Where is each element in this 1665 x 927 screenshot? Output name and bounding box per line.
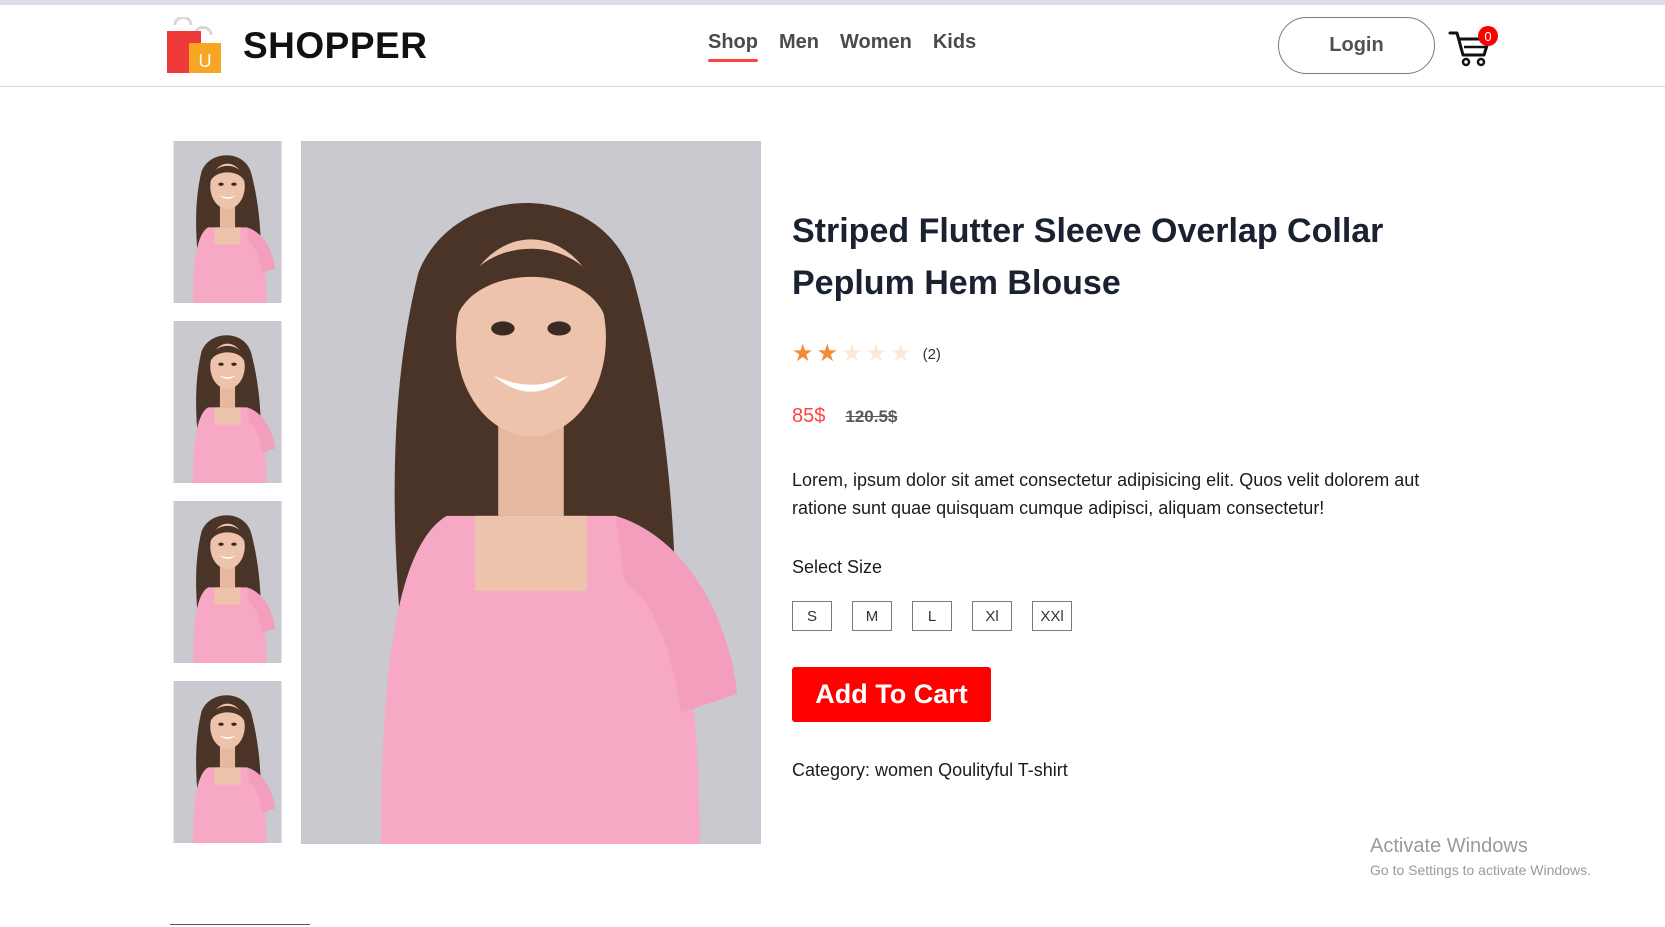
brand-name: SHOPPER — [243, 25, 428, 66]
nav-item-kids[interactable]: Kids — [933, 31, 976, 54]
nav-menu: Shop Men Women Kids — [708, 31, 976, 62]
watermark-title: Activate Windows — [1370, 835, 1528, 857]
shopping-bag-icon: U — [167, 17, 221, 73]
product-description: Lorem, ipsum dolor sit amet consectetur … — [792, 470, 1420, 518]
windows-activation-watermark: Activate Windows Go to Settings to activ… — [1370, 835, 1591, 878]
star-empty-icon: ★ — [890, 340, 912, 367]
login-button[interactable]: Login — [1278, 17, 1435, 74]
nav-item-shop[interactable]: Shop — [708, 31, 758, 62]
cart-count-badge: 0 — [1478, 26, 1498, 46]
star-empty-icon: ★ — [865, 340, 888, 367]
logo-letter: U — [199, 51, 212, 71]
size-option-xxl[interactable]: XXl — [1032, 601, 1072, 631]
cart-button[interactable]: 0 — [1448, 25, 1498, 73]
nav-item-men[interactable]: Men — [779, 31, 819, 54]
star-filled-icon: ★ — [816, 340, 839, 367]
watermark-subtitle: Go to Settings to activate Windows. — [1370, 862, 1591, 878]
add-to-cart-button[interactable]: Add To Cart — [792, 667, 991, 722]
size-option-xl[interactable]: Xl — [972, 601, 1012, 631]
divider — [170, 924, 310, 925]
size-option-m[interactable]: M — [852, 601, 892, 631]
size-option-s[interactable]: S — [792, 601, 832, 631]
size-label: Select Size — [792, 557, 883, 577]
star-filled-icon: ★ — [792, 340, 814, 367]
thumbnail-image[interactable] — [170, 141, 285, 303]
review-count: (2) — [922, 345, 941, 363]
product-details: Striped Flutter Sleeve Overlap Collar Pe… — [792, 205, 1452, 780]
thumbnail-image[interactable] — [170, 321, 285, 483]
brand[interactable]: U SHOPPER — [165, 17, 427, 75]
product-title: Striped Flutter Sleeve Overlap Collar Pe… — [792, 212, 1384, 302]
navbar: U SHOPPER Shop Men Women Kids Login 0 — [0, 5, 1665, 87]
price-block: 85$ 120.5$ — [792, 405, 897, 428]
product-category: Category: women Qoulityful T-shirt — [792, 760, 1068, 780]
price-new: 85$ — [792, 405, 826, 427]
thumbnail-list — [170, 141, 285, 861]
thumbnail-image[interactable] — [170, 501, 285, 663]
nav-item-women[interactable]: Women — [840, 31, 912, 54]
price-old: 120.5$ — [845, 407, 898, 426]
product-rating: ★ ★ ★ ★ ★ (2) — [792, 342, 941, 366]
main-product-image — [301, 141, 761, 844]
star-empty-icon: ★ — [841, 340, 863, 367]
size-option-l[interactable]: L — [912, 601, 952, 631]
size-options: S M L Xl XXl — [792, 601, 1072, 631]
thumbnail-image[interactable] — [170, 681, 285, 843]
